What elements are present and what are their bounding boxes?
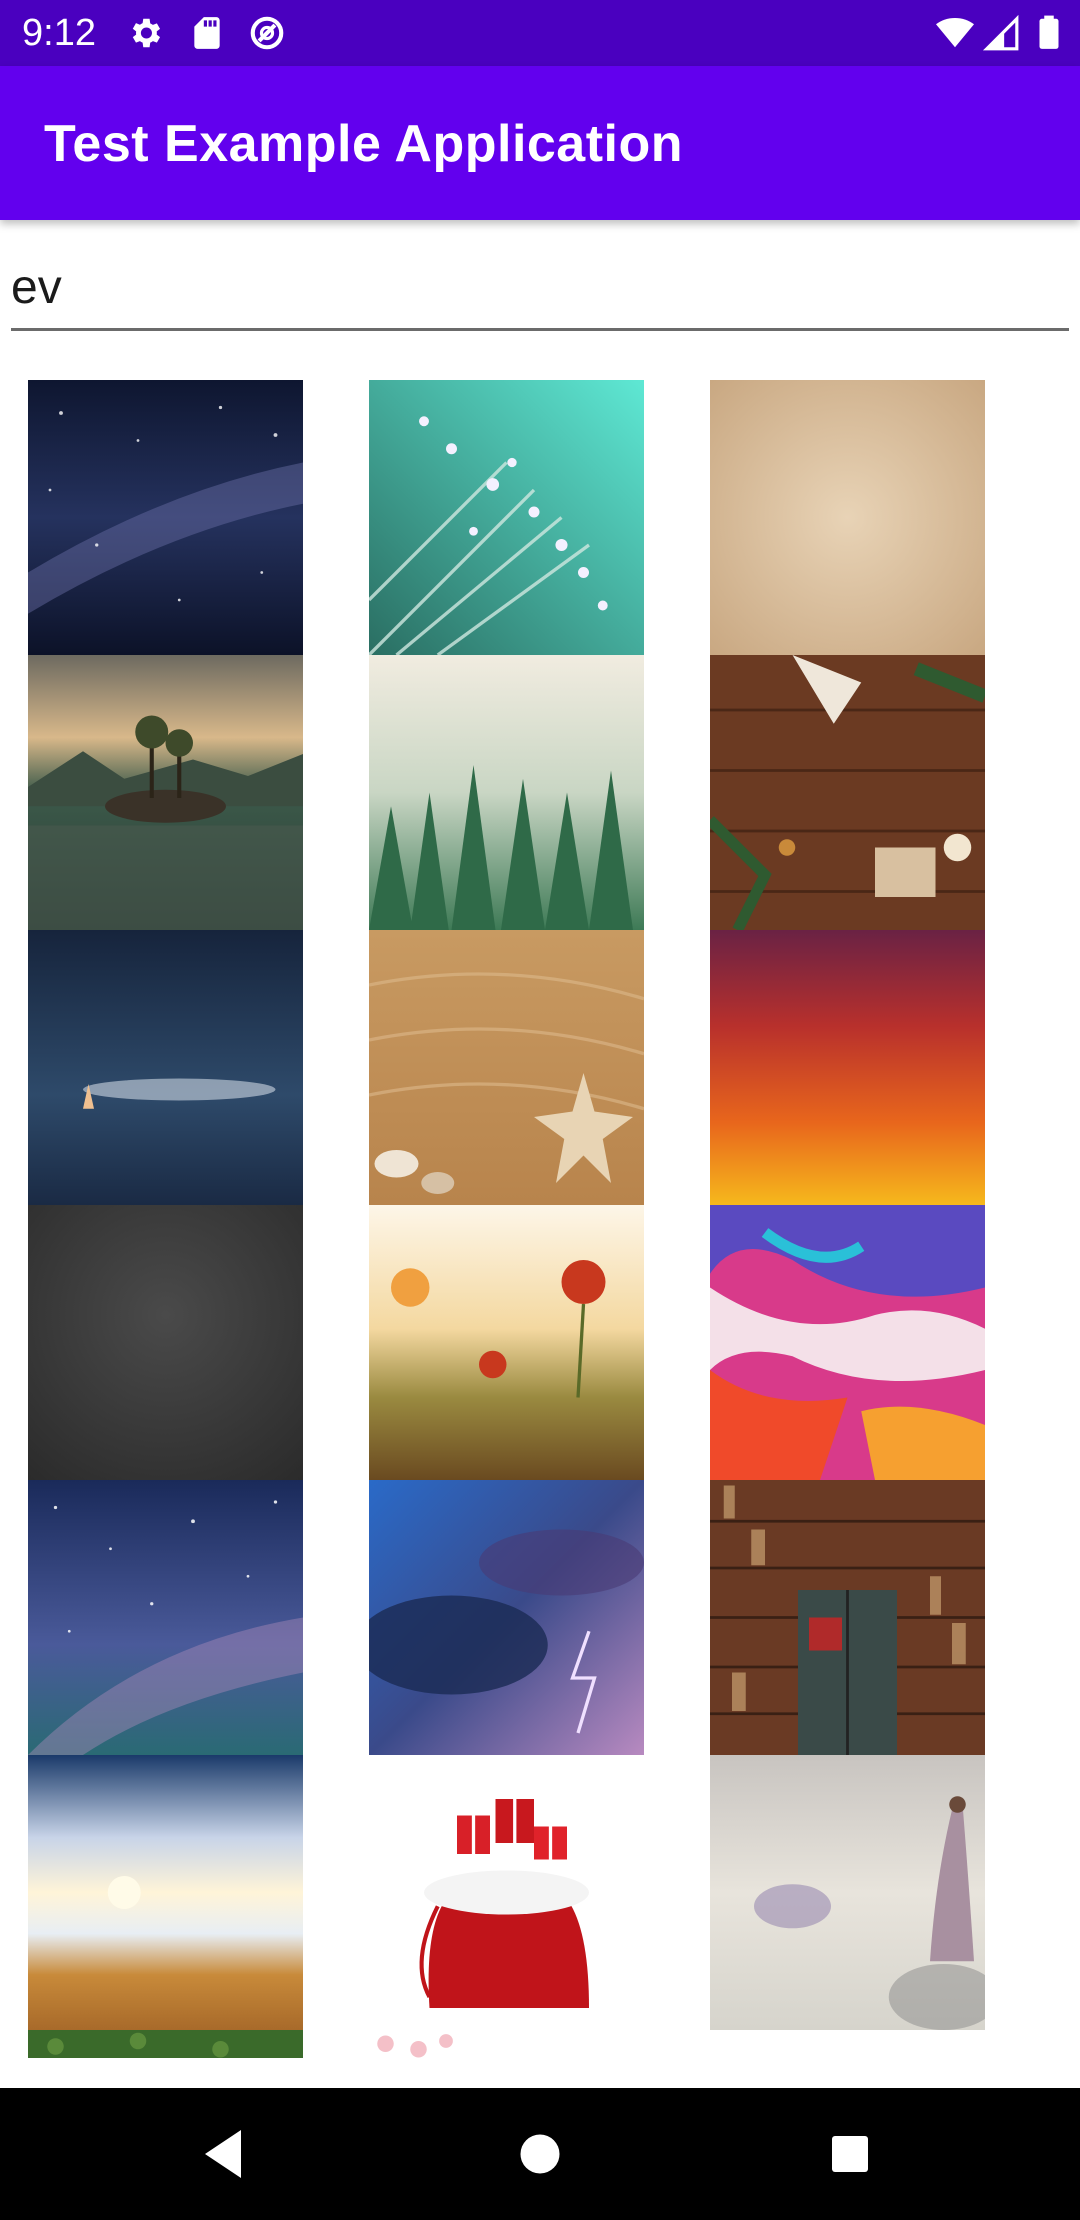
home-icon[interactable] — [504, 2118, 576, 2190]
app-title: Test Example Application — [44, 115, 684, 173]
wifi-icon — [936, 14, 974, 52]
image-santa-gift-sack[interactable] — [369, 1755, 644, 2030]
image-colorful-paint-strokes[interactable] — [710, 1205, 985, 1480]
image-poppy-field[interactable] — [369, 1205, 644, 1480]
image-green-grass[interactable] — [28, 2030, 303, 2058]
recents-icon[interactable] — [814, 2118, 886, 2190]
status-bar: 9:12 — [0, 0, 1080, 66]
image-chalkboard-texture[interactable] — [28, 1205, 303, 1480]
image-misty-pine-forest[interactable] — [369, 655, 644, 930]
image-sand-starfish-shells[interactable] — [369, 930, 644, 1205]
status-time: 9:12 — [22, 12, 96, 54]
sd-card-icon — [188, 14, 226, 52]
image-bookshelf-door[interactable] — [710, 1480, 985, 1755]
image-dandelion-dew-drops[interactable] — [369, 380, 644, 655]
cell-signal-icon — [982, 14, 1020, 52]
image-lake-island-trees[interactable] — [28, 655, 303, 930]
image-white-partial[interactable] — [710, 2030, 985, 2058]
image-sunset-gradient-sky[interactable] — [710, 930, 985, 1205]
image-night-sea-boat[interactable] — [28, 930, 303, 1205]
image-cloud-fantasy-woman[interactable] — [710, 1755, 985, 2030]
data-saver-icon — [248, 14, 286, 52]
image-starry-galaxy-sky[interactable] — [28, 1480, 303, 1755]
image-grid[interactable] — [28, 380, 1068, 2058]
image-pink-blossoms[interactable] — [369, 2030, 644, 2058]
image-milky-way-night-sky[interactable] — [28, 380, 303, 655]
gear-icon — [126, 14, 164, 52]
image-parchment-texture[interactable] — [710, 380, 985, 655]
navigation-bar — [0, 2088, 1080, 2220]
image-storm-clouds-lightning[interactable] — [369, 1480, 644, 1755]
image-christmas-wood-table[interactable] — [710, 655, 985, 930]
battery-icon — [1030, 14, 1068, 52]
back-icon[interactable] — [190, 2118, 262, 2190]
image-beach-sunset-waves[interactable] — [28, 1755, 303, 2030]
search-input[interactable] — [11, 246, 1069, 331]
app-bar: Test Example Application — [0, 66, 1080, 220]
app-screen: 9:12 Test Example Application — [0, 0, 1080, 2220]
